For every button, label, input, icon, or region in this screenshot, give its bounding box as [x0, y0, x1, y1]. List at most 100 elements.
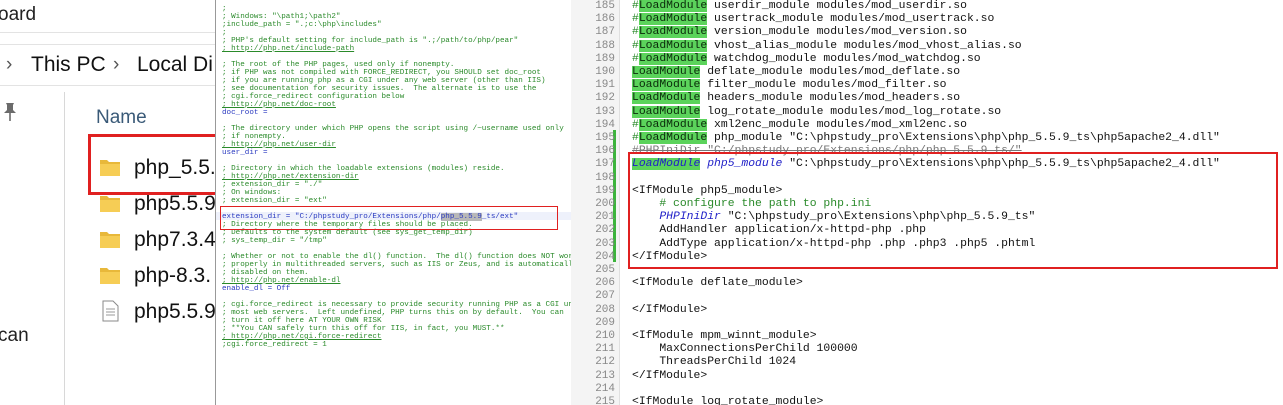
address-bar[interactable]: › This PC › Local Di	[0, 44, 215, 86]
code-line[interactable]: ; disabled on them.	[222, 269, 309, 277]
code-line[interactable]: ; The directory under which PHP opens th…	[222, 125, 564, 133]
code-line[interactable]: ;	[222, 5, 227, 13]
code-line[interactable]: ;include_path = ".;c:\php\includes"	[222, 21, 382, 29]
list-item[interactable]: php5.5.9	[98, 296, 215, 332]
directive-keyword: LoadModule	[632, 105, 701, 118]
code-line[interactable]: ;cgi.force_redirect = 1	[222, 341, 327, 349]
line-number: 206	[595, 277, 615, 290]
code-line[interactable]: #LoadModule usertrack_module modules/mod…	[632, 13, 994, 26]
code-line[interactable]: MaxConnectionsPerChild 100000	[632, 343, 857, 356]
directive-keyword: LoadModule	[632, 66, 701, 78]
code-line[interactable]: #LoadModule php_module "C:\phpstudy_pro\…	[632, 132, 1220, 145]
code-line[interactable]: ; turn it off here AT YOUR OWN RISK	[222, 317, 382, 325]
code-line[interactable]: ;	[222, 29, 227, 37]
code-text: usertrack_module modules/mod_usertrack.s…	[707, 13, 995, 26]
code-line[interactable]: ; sys_temp_dir = "/tmp"	[222, 237, 327, 245]
code-line[interactable]: ; if PHP was not compiled with FORCE_RED…	[222, 69, 541, 77]
toolbar-partial-label[interactable]: oard	[0, 4, 36, 26]
code-line[interactable]: ; see documentation for security issues.…	[222, 85, 536, 93]
code-line[interactable]: #LoadModule xml2enc_module modules/mod_x…	[632, 118, 967, 132]
directive-keyword: LoadModule	[638, 26, 708, 39]
breadcrumb-this-pc[interactable]: This PC	[31, 53, 106, 77]
code-line[interactable]: ; http://php.net/enable-dl	[222, 277, 340, 285]
code-line[interactable]: ; http://php.net/user-dir	[222, 141, 336, 149]
code-text: userdir_module modules/mod_userdir.so	[707, 0, 967, 12]
file-name: php-8.3.	[134, 264, 212, 287]
code-text: watchdog_module modules/mod_watchdog.so	[707, 52, 981, 65]
code-line[interactable]: #LoadModule userdir_module modules/mod_u…	[632, 0, 967, 13]
code-line[interactable]: LoadModule log_rotate_module modules/mod…	[632, 105, 1001, 119]
line-number: 193	[595, 105, 615, 118]
highlight-box	[88, 134, 215, 195]
code-line[interactable]: </IfModule>	[632, 304, 707, 317]
pane-divider[interactable]	[64, 92, 65, 405]
directive-keyword: LoadModule	[638, 132, 708, 144]
nav-partial-label[interactable]: can	[0, 325, 29, 347]
code-line[interactable]: ; Windows: "\path1;\path2"	[222, 13, 340, 21]
code-line[interactable]: ; most web servers. Left undefined, PHP …	[222, 309, 564, 317]
code-text: xml2enc_module modules/mod_xml2enc.so	[707, 118, 967, 131]
code-line[interactable]: LoadModule deflate_module modules/mod_de…	[632, 66, 960, 79]
code-text: headers_module modules/mod_headers.so	[700, 92, 961, 105]
code-line[interactable]: doc_root =	[222, 109, 268, 117]
code-line[interactable]: user_dir =	[222, 149, 268, 157]
line-number: 214	[595, 382, 615, 395]
httpd-conf-editor[interactable]: 185 186 187 188 189 190 191 192 193 194 195 196 197 1…	[571, 0, 1283, 405]
line-number: 197	[595, 158, 615, 171]
code-line[interactable]: ; Directory in which the loadable extens…	[222, 165, 505, 173]
code-line[interactable]: ; Whether or not to enable the dl() func…	[222, 253, 572, 261]
code-line[interactable]: ; Defaults to the system default (see sy…	[222, 229, 473, 237]
code-line[interactable]: LoadModule filter_module modules/mod_fil…	[632, 79, 946, 92]
pin-icon[interactable]	[0, 101, 20, 123]
column-header-name[interactable]: Name	[96, 107, 147, 129]
code-line[interactable]: ; cgi.force_redirect configuration below	[222, 93, 404, 101]
code-line[interactable]: </IfModule>	[632, 370, 707, 383]
list-item[interactable]: php7.3.4	[98, 224, 215, 260]
code-line[interactable]: ; PHP's default setting for include_path…	[222, 37, 518, 45]
code-text: ThreadsPerChild 1024	[632, 356, 797, 369]
code-line[interactable]: ; http://php.net/doc-root	[222, 101, 336, 109]
code-line[interactable]: #LoadModule version_module modules/mod_v…	[632, 26, 967, 39]
code-line[interactable]: ThreadsPerChild 1024	[632, 356, 796, 369]
code-line[interactable]: LoadModule headers_module modules/mod_he…	[632, 92, 960, 105]
code-text: filter_module modules/mod_filter.so	[700, 79, 947, 92]
code-line[interactable]: ; **You CAN safely turn this off for IIS…	[222, 325, 505, 333]
line-number: 211	[595, 343, 615, 356]
code-line[interactable]: <IfModule deflate_module>	[632, 277, 803, 290]
comment-marker: #	[632, 118, 639, 131]
line-number: 190	[595, 66, 615, 78]
breadcrumb-local-disk[interactable]: Local Di	[137, 53, 213, 77]
line-number: 212	[595, 356, 615, 369]
file-name: php5.5.9	[134, 300, 215, 323]
code-line[interactable]: ; On windows:	[222, 189, 281, 197]
line-number: 205	[595, 264, 615, 276]
code-line[interactable]: ; if nonempty.	[222, 133, 286, 141]
code-line[interactable]: enable_dl = Off	[222, 285, 290, 293]
chevron-right-icon[interactable]: ›	[113, 54, 119, 76]
code-line[interactable]: ; http://php.net/cgi.force-redirect	[222, 333, 382, 341]
directive-keyword: LoadModule	[638, 118, 708, 131]
file-name: php5.5.9	[134, 192, 215, 215]
toolbar-strip: oard	[0, 0, 215, 33]
code-line[interactable]: <IfModule log_rotate_module>	[632, 396, 823, 405]
file-name: php7.3.4	[134, 228, 215, 251]
code-line[interactable]: ; extension_dir = "./"	[222, 181, 322, 189]
code-line[interactable]: ; The root of the PHP pages, used only i…	[222, 61, 454, 69]
code-line[interactable]: #LoadModule vhost_alias_module modules/m…	[632, 39, 1022, 53]
code-line[interactable]: <IfModule mpm_winnt_module>	[632, 330, 817, 343]
code-line[interactable]: ; extension_dir = "ext"	[222, 197, 327, 205]
code-line[interactable]: ; cgi.force_redirect is necessary to pro…	[222, 301, 572, 309]
code-line[interactable]: #LoadModule watchdog_module modules/mod_…	[632, 52, 981, 66]
code-line[interactable]: ; properly in multithreaded servers, suc…	[222, 261, 572, 269]
code-line[interactable]: ; http://php.net/include-path	[222, 45, 354, 53]
line-number: 202	[595, 224, 615, 237]
line-number: 208	[595, 303, 615, 316]
directive-keyword: LoadModule	[638, 39, 708, 52]
navigation-pane: can	[0, 92, 64, 405]
code-line[interactable]: ; if you are running php as a CGI under …	[222, 77, 546, 85]
list-item[interactable]: php-8.3.	[98, 260, 215, 296]
php-ini-editor[interactable]: ;; Windows: "\path1;\path2" ;include_path…	[215, 0, 572, 405]
code-line[interactable]: ; http://php.net/extension-dir	[222, 173, 359, 181]
line-number: 188	[595, 39, 615, 52]
chevron-right-icon[interactable]: ›	[6, 54, 12, 76]
